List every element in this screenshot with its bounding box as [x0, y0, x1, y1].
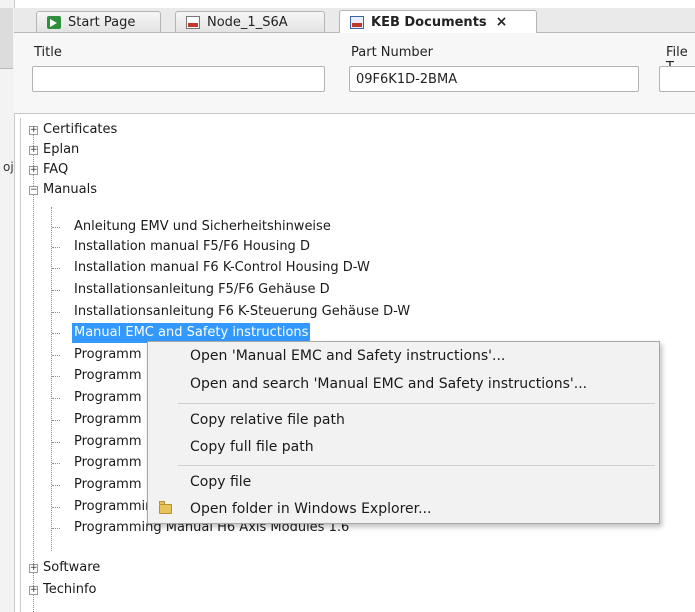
expand-icon[interactable]: +	[29, 146, 38, 155]
tree-leaf-label: Installation manual F5/F6 Housing D	[74, 239, 310, 254]
tree-node-label: Software	[43, 560, 101, 575]
tree-connector	[52, 528, 60, 529]
tab-node[interactable]: Node_1_S6A	[175, 11, 325, 32]
tree-node-label: Eplan	[43, 142, 80, 157]
tree-connector	[52, 355, 60, 356]
tab-keb-documents[interactable]: KEB Documents ×	[339, 10, 537, 33]
tree-connector	[52, 463, 60, 464]
tree-leaf-label: Programm	[74, 390, 142, 405]
menu-item-label: Open and search 'Manual EMC and Safety i…	[190, 376, 588, 392]
tab-label: KEB Documents	[371, 14, 487, 30]
tree-connector	[52, 485, 60, 486]
menu-item-label: Copy relative file path	[190, 412, 345, 428]
menu-item-open-and-search[interactable]: Open and search 'Manual EMC and Safety i…	[148, 372, 659, 396]
menu-item-label: Copy file	[190, 474, 252, 490]
tree-connector	[51, 207, 52, 551]
tree-connector	[52, 442, 60, 443]
expand-icon[interactable]: +	[29, 564, 38, 573]
tree-leaf-label: Anleitung EMV und Sicherheitshinweise	[74, 219, 331, 234]
tree-connector	[52, 227, 60, 228]
menu-item-label: Copy full file path	[190, 439, 314, 455]
part-number-field[interactable]	[349, 66, 639, 92]
menu-separator	[178, 465, 655, 466]
tree-leaf-label: Programm	[74, 477, 142, 492]
expand-icon[interactable]: +	[29, 126, 38, 135]
keb-documents-icon	[350, 15, 364, 29]
menu-item-copy-full-path[interactable]: Copy full file path	[148, 435, 659, 459]
menu-item-label: Open 'Manual EMC and Safety instructions…	[190, 348, 506, 364]
tree-connector	[52, 290, 60, 291]
title-field[interactable]	[32, 66, 325, 92]
tree-connector	[52, 333, 60, 334]
tree-leaf-label: Programm	[74, 368, 142, 383]
menu-item-open-folder[interactable]: Open folder in Windows Explorer...	[148, 497, 659, 521]
tree-connector	[52, 376, 60, 377]
tree-leaf-label: Programm	[74, 455, 142, 470]
document-tab-bar: Start Page Node_1_S6A KEB Documents ×	[14, 8, 695, 33]
tree-node-label: Techinfo	[43, 582, 97, 597]
left-panel-edge: oj	[0, 0, 15, 612]
document-properties: Title Part Number File T	[14, 33, 695, 114]
close-tab-icon[interactable]: ×	[496, 14, 508, 30]
node-icon	[186, 15, 200, 29]
tree-connector	[52, 247, 60, 248]
tree-leaf-label: Manual EMC and Safety instructions	[72, 323, 311, 343]
menu-item-open[interactable]: Open 'Manual EMC and Safety instructions…	[148, 344, 659, 368]
menu-separator	[178, 403, 655, 404]
menu-item-copy-file[interactable]: Copy file	[148, 470, 659, 494]
tree-connector	[52, 420, 60, 421]
start-page-icon	[47, 15, 61, 29]
menu-item-copy-relative-path[interactable]: Copy relative file path	[148, 408, 659, 432]
tree-connector	[52, 507, 60, 508]
tree-node-label: FAQ	[43, 162, 69, 177]
part-number-label: Part Number	[351, 45, 434, 60]
collapse-icon[interactable]: −	[29, 186, 38, 195]
tree-connector	[52, 398, 60, 399]
file-type-field[interactable]	[659, 66, 695, 92]
context-menu: Open 'Manual EMC and Safety instructions…	[147, 341, 660, 524]
tree-connector	[52, 312, 60, 313]
tree-leaf-label: Programm	[74, 412, 142, 427]
tree-connector	[52, 268, 60, 269]
title-label: Title	[34, 45, 62, 60]
tree-node-label: Manuals	[43, 182, 98, 197]
folder-icon	[159, 501, 172, 514]
tab-start-page[interactable]: Start Page	[36, 11, 161, 32]
tree-leaf-label: Programm	[74, 347, 142, 362]
left-panel-header	[0, 8, 13, 69]
expand-icon[interactable]: +	[29, 166, 38, 175]
tree-leaf-label: Installationsanleitung F5/F6 Gehäuse D	[74, 282, 330, 297]
tree-connector	[33, 132, 34, 612]
tree-leaf-label: Programm	[74, 434, 142, 449]
expand-icon[interactable]: +	[29, 586, 38, 595]
tree-node-label: Certificates	[43, 122, 118, 137]
tab-label: Start Page	[68, 14, 136, 30]
left-panel-text: oj	[3, 160, 14, 174]
tree-leaf-label: Installation manual F6 K-Control Housing…	[74, 260, 370, 275]
tab-label: Node_1_S6A	[207, 14, 288, 30]
menu-item-label: Open folder in Windows Explorer...	[190, 501, 432, 517]
tree-leaf-label: Installationsanleitung F6 K-Steuerung Ge…	[74, 304, 411, 319]
